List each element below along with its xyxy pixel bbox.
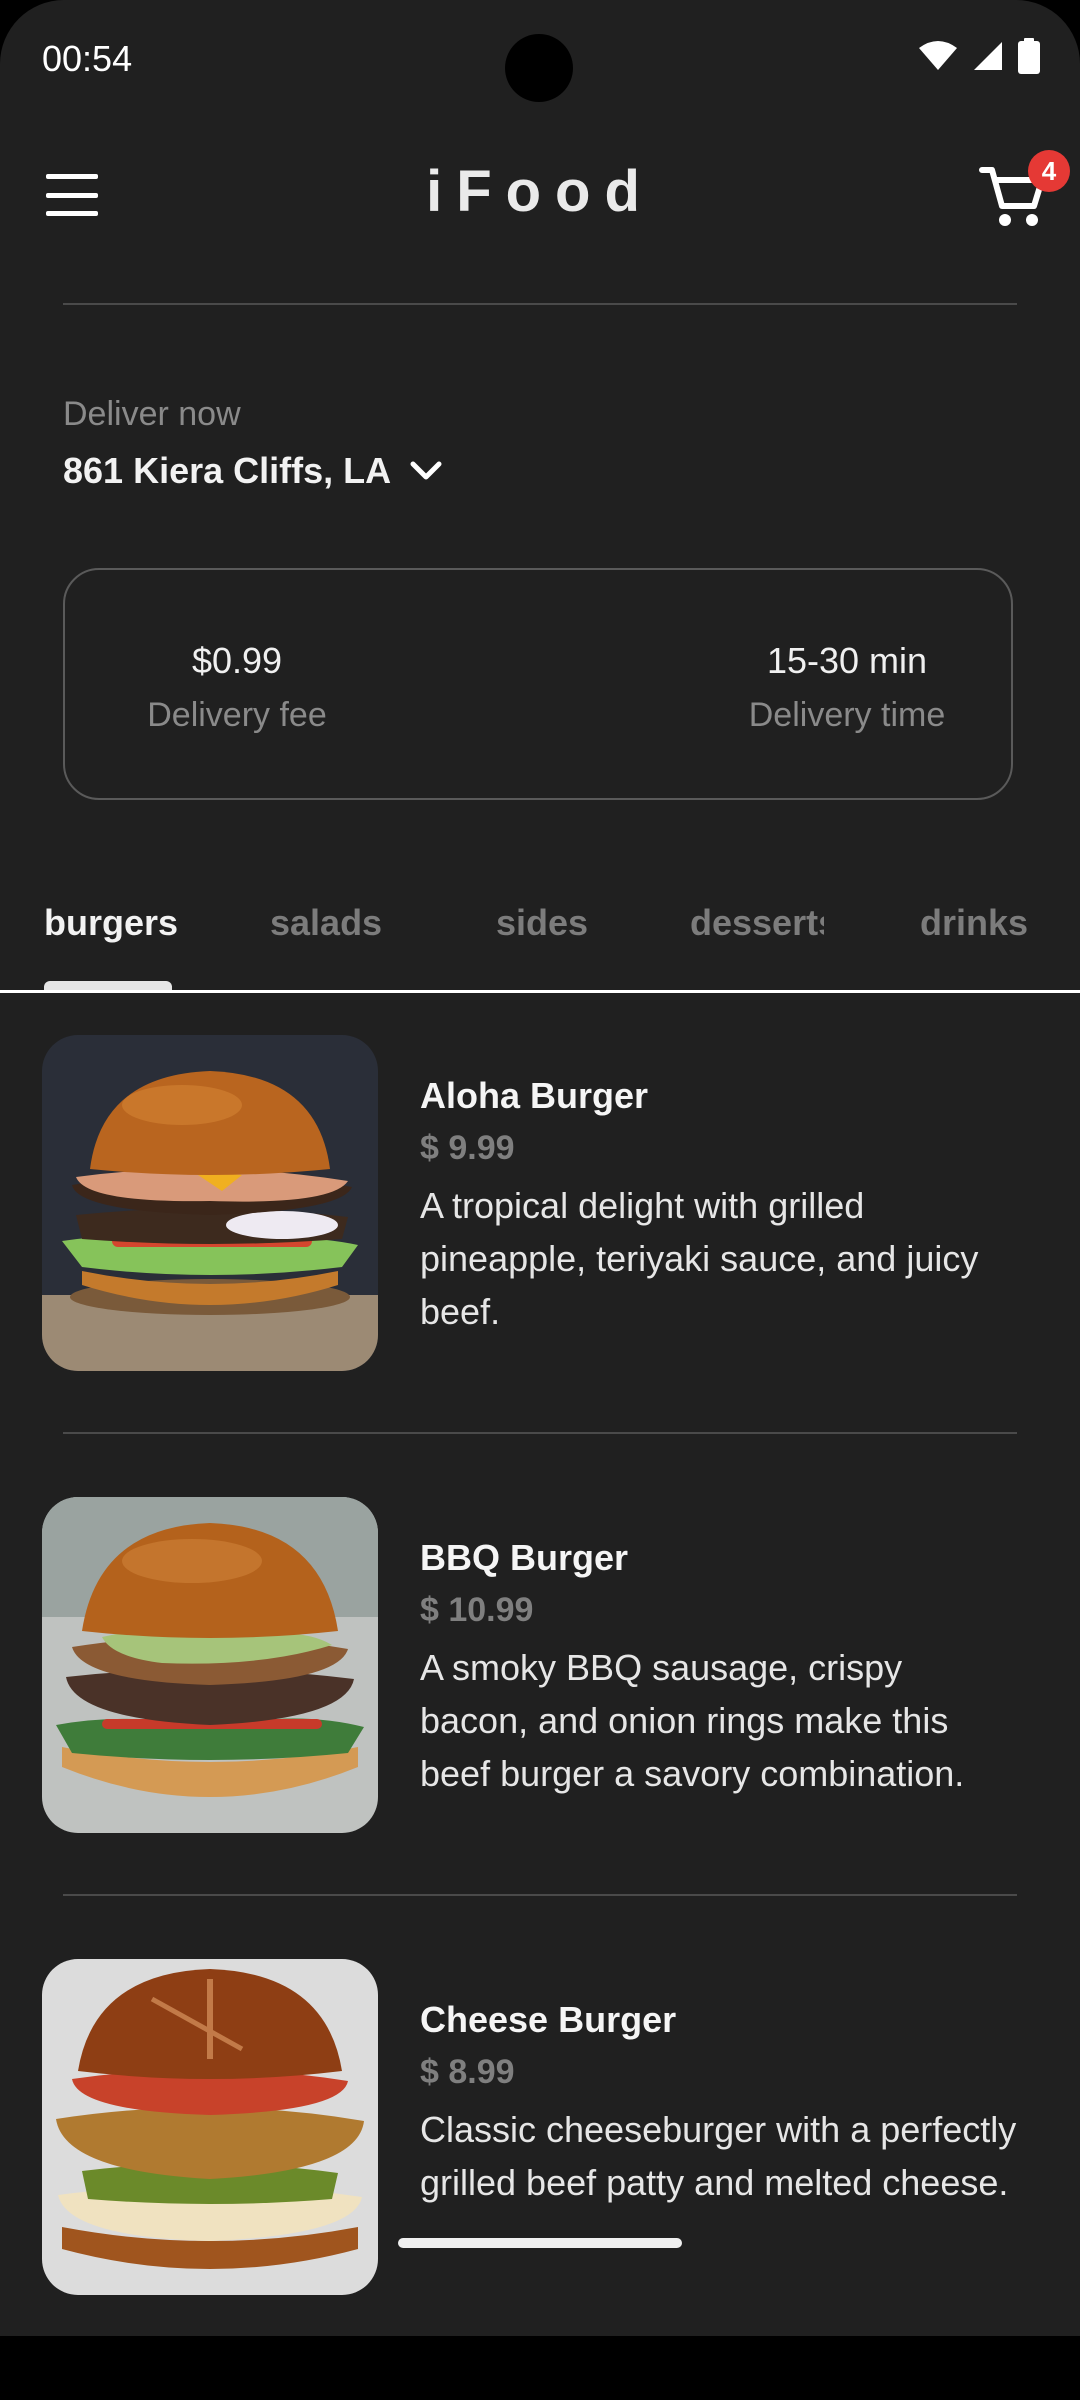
app-screen: 00:54 iFood 4 Deliver now 861 Kiera Clif… — [0, 0, 1080, 2336]
delivery-time-label: Delivery time — [748, 696, 946, 734]
menu-item[interactable]: Cheese Burger $ 8.99 Classic cheeseburge… — [0, 1959, 1080, 2299]
battery-icon — [1018, 38, 1040, 74]
menu-item[interactable]: BBQ Burger $ 10.99 A smoky BBQ sausage, … — [0, 1497, 1080, 1837]
tab-sides[interactable]: sides — [496, 902, 588, 944]
delivery-time-value: 15-30 min — [766, 640, 928, 681]
item-description: A smoky BBQ sausage, crispy bacon, and o… — [420, 1647, 965, 1794]
delivery-time: 15-30 min Delivery time — [727, 640, 967, 735]
divider — [63, 1894, 1017, 1896]
address-text: 861 Kiera Cliffs, LA — [63, 450, 392, 491]
delivery-info-card: $0.99 Delivery fee 15-30 min Delivery ti… — [63, 568, 1013, 800]
category-tabs: burgers salads sides desserts drinks — [0, 880, 1080, 990]
item-price: $ 8.99 — [420, 2053, 515, 2091]
burger-image — [42, 1035, 378, 1371]
divider — [63, 303, 1017, 305]
tab-desserts[interactable]: desserts — [690, 902, 824, 944]
divider — [63, 1432, 1017, 1434]
tabs-divider — [0, 990, 1080, 993]
item-name: Aloha Burger — [420, 1075, 649, 1116]
status-time: 00:54 — [42, 38, 133, 79]
burger-image — [42, 1959, 378, 2295]
item-description: Classic cheeseburger with a perfectly gr… — [420, 2109, 1017, 2203]
tab-burgers[interactable]: burgers — [44, 902, 178, 944]
camera-cutout — [505, 34, 573, 102]
item-name: Cheese Burger — [420, 1999, 677, 2040]
delivery-fee-value: $0.99 — [191, 640, 283, 681]
chevron-down-icon — [410, 461, 442, 480]
navigation-bar — [0, 2336, 1080, 2400]
burger-image — [42, 1497, 378, 1833]
tab-drinks[interactable]: drinks — [920, 902, 1028, 944]
delivery-fee-label: Delivery fee — [147, 696, 327, 734]
item-name: BBQ Burger — [420, 1537, 629, 1578]
signal-icon — [974, 42, 1002, 70]
address-selector[interactable]: 861 Kiera Cliffs, LA — [63, 450, 443, 492]
home-indicator[interactable] — [398, 2238, 682, 2248]
delivery-fee: $0.99 Delivery fee — [128, 640, 346, 735]
tab-salads[interactable]: salads — [270, 902, 382, 944]
status-icons — [918, 38, 1040, 74]
item-description: A tropical delight with grilled pineappl… — [420, 1185, 979, 1332]
deliver-label: Deliver now — [63, 395, 241, 433]
wifi-icon — [919, 41, 957, 70]
menu-item[interactable]: Aloha Burger $ 9.99 A tropical delight w… — [0, 1035, 1080, 1375]
app-title: iFood — [426, 159, 654, 224]
item-price: $ 9.99 — [420, 1129, 515, 1167]
cart-badge: 4 — [1028, 150, 1070, 192]
item-price: $ 10.99 — [420, 1591, 534, 1629]
